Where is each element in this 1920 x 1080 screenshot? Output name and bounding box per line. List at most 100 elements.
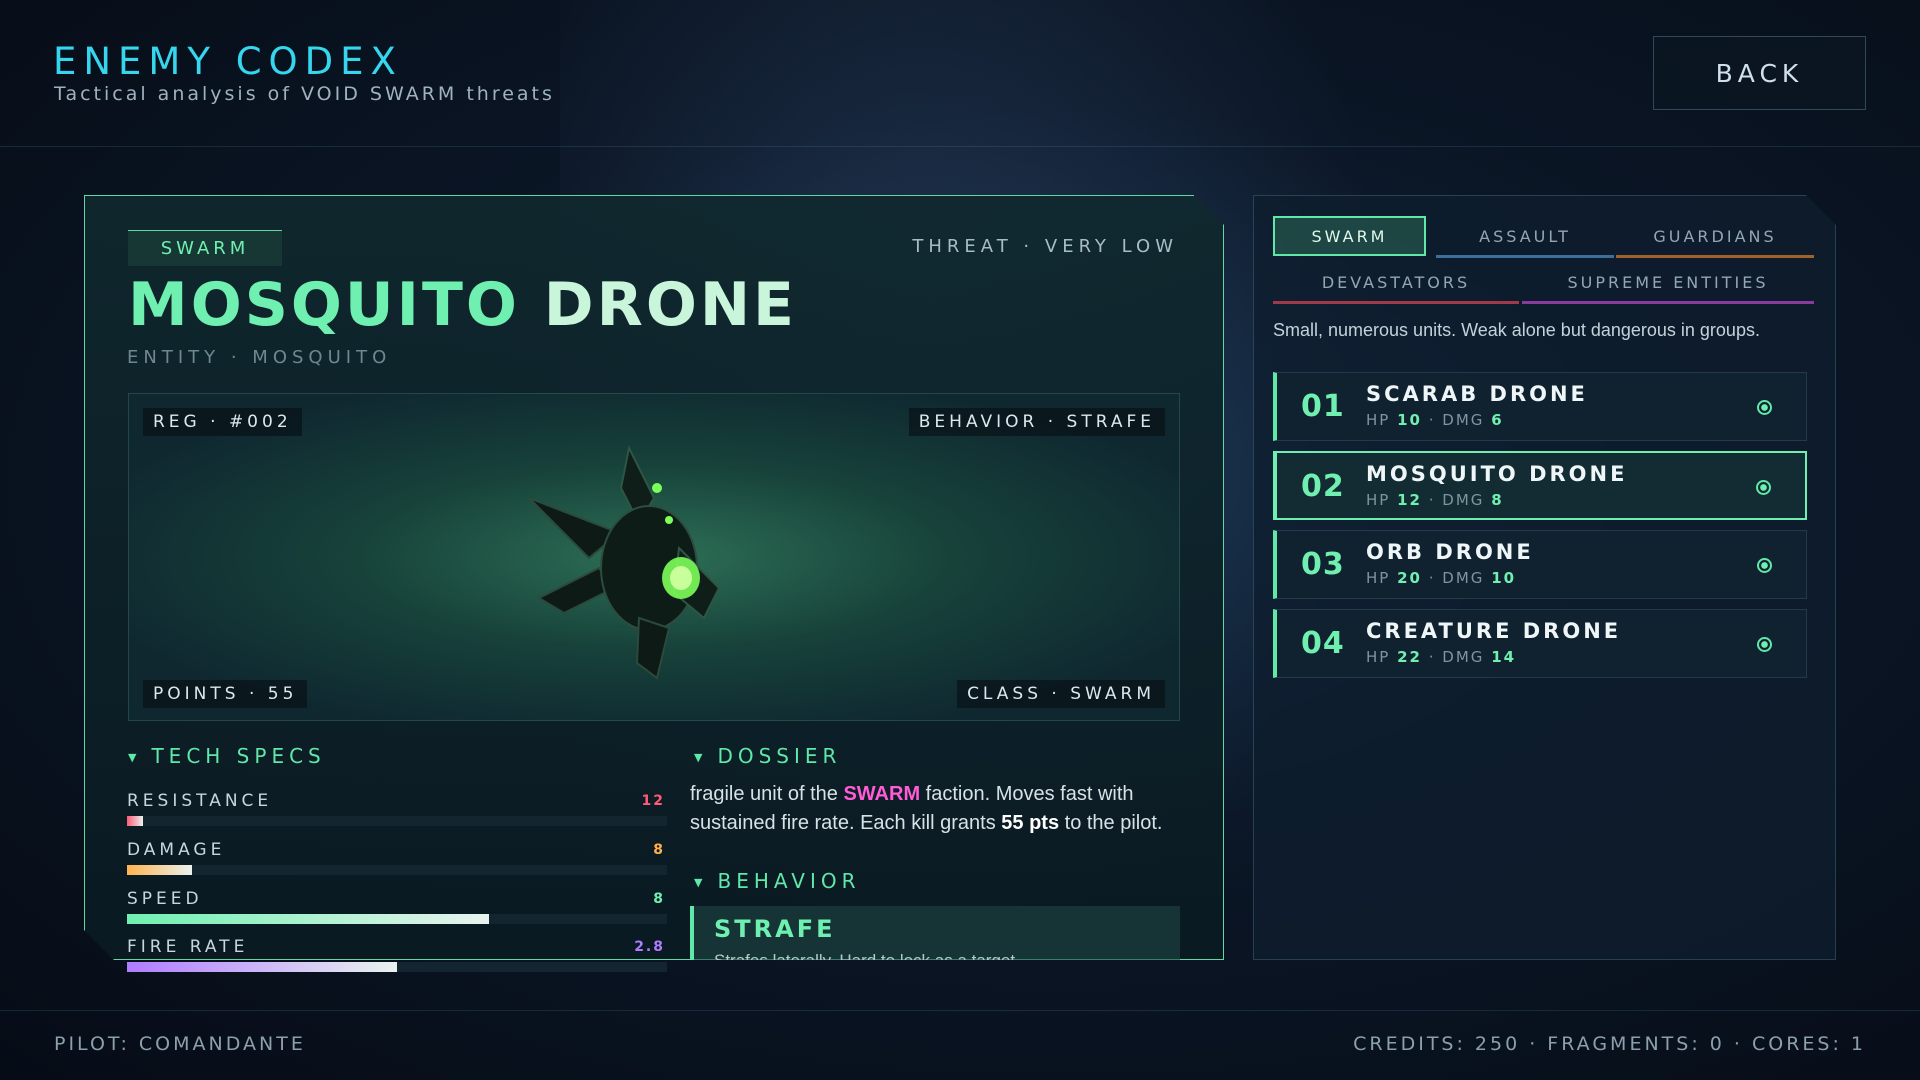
stat-bar-track <box>127 816 667 826</box>
stat-row-fire-rate: FIRE RATE 2.8 <box>127 937 667 972</box>
enemy-list-stats: HP 10 · DMG 6 <box>1366 411 1504 429</box>
tab-swarm[interactable]: SWARM <box>1273 216 1426 256</box>
dossier-part3: to the pilot. <box>1059 812 1163 834</box>
entity-type: ENTITY · MOSQUITO <box>127 347 392 368</box>
stat-bar-fill <box>127 816 144 826</box>
hp-label: HP <box>1366 411 1391 429</box>
tab-devastators[interactable]: DEVASTATORS <box>1273 262 1519 304</box>
stat-label: RESISTANCE <box>127 791 273 811</box>
dossier-points: 55 pts <box>1001 812 1060 834</box>
enemy-number: 04 <box>1301 626 1345 661</box>
points-label: POINTS · 55 <box>143 680 308 708</box>
stat-bar-fill <box>127 865 192 875</box>
hp-label: HP <box>1366 569 1391 587</box>
stat-row-speed: SPEED 8 <box>127 889 667 924</box>
caret-down-icon: ▼ <box>128 751 142 764</box>
tab-guardians[interactable]: GUARDIANS <box>1616 216 1814 258</box>
enemy-number: 01 <box>1301 389 1345 424</box>
dossier-faction: SWARM <box>843 783 921 805</box>
dmg-label: DMG <box>1442 491 1485 509</box>
dmg-value: 8 <box>1491 491 1504 509</box>
enemy-list-item[interactable]: 03 ORB DRONE HP 20 · DMG 10 <box>1273 530 1807 599</box>
tab-label: ASSAULT <box>1479 226 1571 246</box>
header-divider <box>0 146 1920 147</box>
hp-value: 12 <box>1397 491 1422 509</box>
enemy-list-item[interactable]: 02 MOSQUITO DRONE HP 12 · DMG 8 <box>1273 451 1807 520</box>
tab-underline <box>1522 301 1814 304</box>
dmg-value: 10 <box>1491 569 1517 587</box>
enemy-list-name: SCARAB DRONE <box>1366 382 1588 406</box>
enemy-name-first: MOSQUITO <box>128 270 520 340</box>
dmg-value: 14 <box>1491 648 1517 666</box>
stat-bar-fill <box>127 962 397 972</box>
behavior-card: STRAFE Strafes laterally. Hard to lock a… <box>690 906 1180 960</box>
enemy-name: MOSQUITO DRONE <box>128 270 797 340</box>
status-dot-icon <box>1757 558 1772 573</box>
page-title: ENEMY CODEX <box>53 40 403 83</box>
stat-value: 8 <box>653 842 665 858</box>
stat-row-resistance: RESISTANCE 12 <box>127 791 667 826</box>
tab-label: SWARM <box>1311 226 1388 246</box>
status-dot-icon <box>1757 400 1772 415</box>
enemy-list-stats: HP 22 · DMG 14 <box>1366 648 1517 666</box>
enemy-list-name: ORB DRONE <box>1366 540 1534 564</box>
card-top-border <box>84 195 1194 196</box>
enemy-list-item[interactable]: 04 CREATURE DRONE HP 22 · DMG 14 <box>1273 609 1807 678</box>
stat-bar-track <box>127 914 667 924</box>
class-label: CLASS · SWARM <box>957 680 1165 708</box>
pilot-name: PILOT: COMANDANTE <box>54 1033 306 1055</box>
enemy-list-name: CREATURE DRONE <box>1366 619 1622 643</box>
enemy-number: 02 <box>1301 469 1345 504</box>
dmg-label: DMG <box>1442 648 1485 666</box>
dmg-label: DMG <box>1442 411 1485 429</box>
dmg-value: 6 <box>1491 411 1504 429</box>
threat-level: THREAT · VERY LOW <box>912 236 1178 257</box>
hp-value: 22 <box>1397 648 1422 666</box>
enemy-name-rest: DRONE <box>519 270 798 340</box>
enemy-list-stats: HP 12 · DMG 8 <box>1366 491 1504 509</box>
caret-down-icon: ▼ <box>694 876 708 889</box>
hp-label: HP <box>1366 648 1391 666</box>
page-subtitle: Tactical analysis of VOID SWARM threats <box>54 83 555 105</box>
stat-value: 12 <box>641 793 665 809</box>
resources-readout: CREDITS: 250 · FRAGMENTS: 0 · CORES: 1 <box>1353 1033 1866 1055</box>
stat-label: FIRE RATE <box>127 937 249 957</box>
tab-assault[interactable]: ASSAULT <box>1436 216 1614 258</box>
enemy-model-viewer[interactable]: REG · #002 BEHAVIOR · STRAFE POINTS · 55… <box>128 393 1180 721</box>
reg-label: REG · #002 <box>143 408 302 436</box>
tab-underline <box>1436 255 1614 258</box>
status-dot-icon <box>1756 480 1771 495</box>
tab-underline <box>1273 301 1519 304</box>
tab-label: GUARDIANS <box>1653 226 1777 246</box>
dossier-heading: ▼ DOSSIER <box>694 744 841 768</box>
behavior-label: BEHAVIOR · STRAFE <box>908 408 1165 436</box>
dmg-label: DMG <box>1442 569 1485 587</box>
enemy-list-stats: HP 20 · DMG 10 <box>1366 569 1517 587</box>
behavior-description: Strafes laterally. Hard to lock as a tar… <box>714 951 1020 960</box>
stat-value: 8 <box>653 891 665 907</box>
faction-tag: SWARM <box>128 230 282 266</box>
tech-specs-heading: ▼ TECH SPECS <box>128 744 326 768</box>
behavior-name: STRAFE <box>714 915 836 943</box>
mosquito-drone-model <box>528 444 721 680</box>
tab-label: DEVASTATORS <box>1321 272 1471 292</box>
tab-underline <box>1616 255 1814 258</box>
stat-label: DAMAGE <box>127 840 226 860</box>
stat-bar-track <box>127 962 667 972</box>
caret-down-icon: ▼ <box>694 751 708 764</box>
enemy-list-item[interactable]: 01 SCARAB DRONE HP 10 · DMG 6 <box>1273 372 1807 441</box>
hp-value: 10 <box>1397 411 1422 429</box>
dossier-text: fragile unit of the SWARM faction. Moves… <box>690 780 1190 838</box>
hp-value: 20 <box>1397 569 1422 587</box>
back-button[interactable]: BACK <box>1653 36 1866 110</box>
tab-supreme-entities[interactable]: SUPREME ENTITIES <box>1522 262 1814 304</box>
status-dot-icon <box>1757 637 1772 652</box>
stat-bar-fill <box>127 914 489 924</box>
behavior-title: BEHAVIOR <box>717 869 861 893</box>
category-description: Small, numerous units. Weak alone but da… <box>1273 320 1760 340</box>
stat-value: 2.8 <box>634 939 665 955</box>
footer-divider <box>0 1010 1920 1011</box>
enemy-list-name: MOSQUITO DRONE <box>1366 462 1628 486</box>
tech-specs-title: TECH SPECS <box>151 744 326 768</box>
stat-label: SPEED <box>127 889 203 909</box>
